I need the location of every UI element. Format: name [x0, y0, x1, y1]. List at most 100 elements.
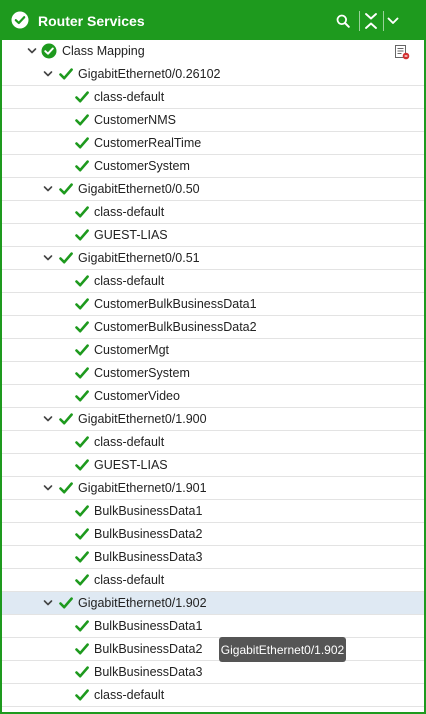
tree-leaf-row[interactable]: CustomerSystem: [2, 362, 424, 385]
tree-leaf-row[interactable]: CustomerRealTime: [2, 132, 424, 155]
tree-leaf-row[interactable]: BulkBusinessData2: [2, 638, 424, 661]
checkmark-icon: [75, 229, 89, 241]
chevron-down-icon[interactable]: [42, 183, 54, 195]
tree-leaf-row[interactable]: CustomerSystem: [2, 155, 424, 178]
checkmark-icon: [59, 252, 73, 264]
check-circle-icon: [41, 43, 57, 59]
class-mapping-tree: Class Mapping GigabitEthernet0/0.26102 cl…: [2, 40, 424, 712]
tree-leaf-label: class-default: [94, 573, 165, 587]
tree-leaf-label: class-default: [94, 435, 165, 449]
tree-leaf-label: CustomerVideo: [94, 389, 180, 403]
collapse-all-icon: [365, 13, 377, 29]
tree-group-row[interactable]: GigabitEthernet0/1.902: [2, 592, 424, 615]
tree-leaf-label: class-default: [94, 90, 165, 104]
search-icon: [336, 14, 350, 28]
chevron-down-icon[interactable]: [26, 45, 38, 57]
chevron-down-icon[interactable]: [42, 68, 54, 80]
tree-leaf-label: GUEST-LIAS: [94, 458, 168, 472]
tree-group-row[interactable]: GigabitEthernet0/1.901: [2, 477, 424, 500]
tree-leaf-row[interactable]: CustomerBulkBusinessData2: [2, 316, 424, 339]
checkmark-icon: [75, 620, 89, 632]
checkmark-icon: [59, 68, 73, 80]
tree-group-row[interactable]: GigabitEthernet0/1.900: [2, 408, 424, 431]
tree-leaf-label: GUEST-LIAS: [94, 228, 168, 242]
tree-leaf-row[interactable]: BulkBusinessData1: [2, 500, 424, 523]
checkmark-icon: [75, 574, 89, 586]
checkmark-icon: [59, 183, 73, 195]
checkmark-icon: [75, 298, 89, 310]
tree-group-label: GigabitEthernet0/0.51: [78, 251, 200, 265]
tree-leaf-label: CustomerSystem: [94, 366, 190, 380]
expand-menu-button[interactable]: [382, 10, 404, 32]
checkmark-icon: [75, 643, 89, 655]
tree-group-row[interactable]: GigabitEthernet0/0.51: [2, 247, 424, 270]
tree-leaf-label: class-default: [94, 274, 165, 288]
tree-leaf-row[interactable]: class-default: [2, 431, 424, 454]
tree-group-label: GigabitEthernet0/0.50: [78, 182, 200, 196]
tree-leaf-row[interactable]: CustomerMgt: [2, 339, 424, 362]
checkmark-icon: [75, 551, 89, 563]
tree-leaf-label: BulkBusinessData2: [94, 642, 203, 656]
checkmark-icon: [59, 482, 73, 494]
tree-leaf-row[interactable]: CustomerBulkBusinessData1: [2, 293, 424, 316]
tree-leaf-label: CustomerRealTime: [94, 136, 202, 150]
panel-title: Router Services: [38, 13, 145, 29]
tree-group-row[interactable]: GigabitEthernet0/0.26102: [2, 63, 424, 86]
checkmark-icon: [75, 689, 89, 701]
chevron-down-icon[interactable]: [42, 413, 54, 425]
tree-group-label: GigabitEthernet0/1.902: [78, 596, 207, 610]
collapse-all-button[interactable]: [360, 10, 382, 32]
tree-group-label: GigabitEthernet0/0.26102: [78, 67, 221, 81]
row-tooltip: GigabitEthernet0/1.902: [219, 637, 346, 662]
tree-leaf-row[interactable]: BulkBusinessData3: [2, 661, 424, 684]
tree-leaf-label: class-default: [94, 205, 165, 219]
tree-leaf-label: class-default: [94, 688, 165, 702]
tree-leaf-row[interactable]: class-default: [2, 201, 424, 224]
tree-leaf-label: CustomerMgt: [94, 343, 170, 357]
checkmark-icon: [75, 206, 89, 218]
router-services-panel: Router Services Class Mapping GigabitEth…: [0, 0, 426, 714]
checkmark-icon: [75, 459, 89, 471]
checkmark-icon: [75, 275, 89, 287]
checkmark-icon: [75, 436, 89, 448]
checkmark-icon: [75, 160, 89, 172]
tree-leaf-row[interactable]: class-default: [2, 684, 424, 707]
check-circle-icon: [11, 11, 29, 29]
tree-leaf-label: CustomerBulkBusinessData1: [94, 297, 257, 311]
tree-leaf-label: CustomerSystem: [94, 159, 190, 173]
tree-leaf-row[interactable]: class-default: [2, 270, 424, 293]
tree-root-row[interactable]: Class Mapping: [2, 40, 424, 63]
tree-leaf-label: CustomerNMS: [94, 113, 176, 127]
panel-header: Router Services: [2, 2, 424, 40]
checkmark-icon: [75, 321, 89, 333]
tree-leaf-label: BulkBusinessData3: [94, 665, 203, 679]
tree-leaf-row[interactable]: CustomerNMS: [2, 109, 424, 132]
checkmark-icon: [59, 413, 73, 425]
tree-leaf-row[interactable]: class-default: [2, 569, 424, 592]
checkmark-icon: [75, 528, 89, 540]
checkmark-icon: [75, 367, 89, 379]
tree-group-label: GigabitEthernet0/1.901: [78, 481, 207, 495]
checkmark-icon: [75, 114, 89, 126]
checkmark-icon: [75, 666, 89, 678]
chevron-down-icon[interactable]: [42, 597, 54, 609]
checkmark-icon: [75, 91, 89, 103]
tree-leaf-row[interactable]: class-default: [2, 86, 424, 109]
tree-leaf-row[interactable]: BulkBusinessData2: [2, 523, 424, 546]
tree-leaf-row[interactable]: BulkBusinessData1: [2, 615, 424, 638]
search-button[interactable]: [332, 10, 354, 32]
chevron-down-icon: [387, 17, 399, 24]
checkmark-icon: [59, 597, 73, 609]
tree-leaf-label: BulkBusinessData3: [94, 550, 203, 564]
tree-leaf-label: CustomerBulkBusinessData2: [94, 320, 257, 334]
chevron-down-icon[interactable]: [42, 482, 54, 494]
tree-leaf-row[interactable]: BulkBusinessData3: [2, 546, 424, 569]
tree-leaf-row[interactable]: CustomerVideo: [2, 385, 424, 408]
list-settings-icon[interactable]: [394, 44, 410, 60]
checkmark-icon: [75, 137, 89, 149]
tree-leaf-row[interactable]: GUEST-LIAS: [2, 224, 424, 247]
chevron-down-icon[interactable]: [42, 252, 54, 264]
tree-leaf-label: BulkBusinessData1: [94, 504, 203, 518]
tree-group-row[interactable]: GigabitEthernet0/0.50: [2, 178, 424, 201]
tree-leaf-row[interactable]: GUEST-LIAS: [2, 454, 424, 477]
